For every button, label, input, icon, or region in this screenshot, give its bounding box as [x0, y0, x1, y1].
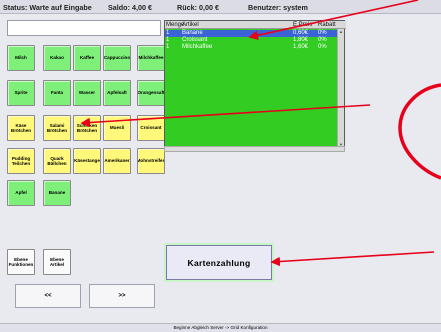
product-button[interactable]: Amerikaner	[103, 148, 131, 174]
product-button[interactable]: Croissant	[137, 115, 165, 141]
product-button[interactable]: Apfelsaft	[103, 80, 131, 106]
product-button-label: Muesli	[109, 125, 125, 131]
footer-text: Beginne Abgleich Server -> Grid Konfigur…	[173, 325, 268, 330]
product-button[interactable]: Kaffee	[73, 45, 101, 71]
scroll-up-arrow-icon[interactable]: ▲	[338, 29, 344, 35]
next-page-button[interactable]: >>	[89, 284, 155, 308]
product-button[interactable]: Pudding Teilchen	[7, 148, 35, 174]
annotation-arrow-payment	[270, 251, 435, 267]
product-button-label: Käsestange	[74, 158, 100, 164]
product-button-label: Apfel	[15, 190, 27, 196]
product-button-label: Amerikaner	[104, 158, 130, 164]
rueck-text: Rück: 0,00 €	[177, 3, 219, 12]
order-cell-menge: 1	[166, 30, 170, 36]
product-button[interactable]: Kakao	[43, 45, 71, 71]
product-button-label: Croissant	[140, 125, 162, 131]
product-button[interactable]: Orangensaft	[137, 80, 165, 106]
product-button[interactable]: Mohnstreifen	[137, 148, 165, 174]
status-text: Status: Warte auf Eingabe	[3, 3, 92, 12]
article-input-field[interactable]	[7, 20, 161, 36]
product-button-label: Fanta	[50, 90, 64, 96]
product-button-label: Pudding Teilchen	[11, 155, 31, 166]
product-button-label: Orangensaft	[137, 90, 165, 96]
benutzer-text: Benutzer: system	[248, 3, 308, 12]
order-row[interactable]: 1 Banane 0,60€ 0%	[165, 30, 338, 37]
annotation-circle	[398, 83, 441, 180]
product-button-label: Cappuccino	[103, 55, 131, 61]
product-button-label: Milch	[15, 55, 27, 61]
product-button-label: Banane	[48, 190, 66, 196]
column-epreis[interactable]: E.Preis	[293, 22, 312, 28]
prev-page-label: <<	[44, 293, 52, 299]
product-button-label: Salami Brötchen	[46, 122, 68, 133]
order-cell-artikel: Milchkaffee	[182, 44, 213, 50]
product-button[interactable]: Schinken Brötchen	[73, 115, 101, 141]
order-cell-rabatt: 0%	[318, 30, 327, 36]
saldo-text: Saldo: 4,00 €	[108, 3, 152, 12]
ebene-artikel-label: Ebene Artikel	[49, 256, 65, 267]
ebene-funktionen-label: Ebene Funktionen	[8, 256, 34, 267]
order-cell-epreis: 1,80€	[293, 37, 309, 43]
product-button-label: Quark Bällchen	[47, 155, 67, 166]
product-button[interactable]: Cappuccino	[103, 45, 131, 71]
kartenzahlung-button[interactable]: Kartenzahlung	[166, 245, 272, 280]
product-button[interactable]: Muesli	[103, 115, 131, 141]
next-page-label: >>	[118, 293, 126, 299]
order-cell-artikel: Banane	[182, 30, 203, 36]
ebene-funktionen-button[interactable]: Ebene Funktionen	[7, 249, 35, 275]
footer-status: Beginne Abgleich Server -> Grid Konfigur…	[0, 323, 441, 332]
product-button[interactable]: Banane	[43, 180, 71, 206]
order-list[interactable]: Menge Artikel E.Preis Rabatt 1 Banane 0,60…	[164, 20, 346, 148]
product-button[interactable]: Apfel	[7, 180, 35, 206]
product-button-label: Wasser	[78, 90, 96, 96]
product-button-label: Schinken Brötchen	[76, 122, 98, 133]
order-cell-rabatt: 0%	[318, 37, 327, 43]
order-list-horizontal-scrollbar[interactable]	[164, 146, 345, 152]
product-button-label: Apfelsaft	[107, 90, 127, 96]
order-cell-menge: 1	[166, 44, 170, 50]
product-button[interactable]: Quark Bällchen	[43, 148, 71, 174]
product-button[interactable]: Sprite	[7, 80, 35, 106]
column-rabatt[interactable]: Rabatt	[318, 22, 336, 28]
order-cell-artikel: Croissant	[182, 37, 208, 43]
order-row[interactable]: 1 Croissant 1,80€ 0%	[165, 37, 338, 44]
product-button-label: Kakao	[50, 55, 64, 61]
order-cell-epreis: 0,60€	[293, 30, 309, 36]
product-button-label: Mohnstreifen	[137, 158, 165, 164]
product-button[interactable]: Salami Brötchen	[43, 115, 71, 141]
product-button[interactable]: Wasser	[73, 80, 101, 106]
prev-page-button[interactable]: <<	[15, 284, 81, 308]
product-button[interactable]: Milchkaffee	[137, 45, 165, 71]
column-artikel[interactable]: Artikel	[182, 22, 199, 28]
product-button-label: Milchkaffee	[138, 55, 164, 61]
order-list-header: Menge Artikel E.Preis Rabatt	[165, 21, 346, 29]
status-bar: Status: Warte auf Eingabe Saldo: 4,00 € …	[0, 0, 441, 14]
order-cell-epreis: 1,60€	[293, 44, 309, 50]
order-cell-rabatt: 0%	[318, 44, 327, 50]
product-button-label: Kaffee	[79, 55, 95, 61]
product-button-label: Sprite	[14, 90, 28, 96]
order-cell-menge: 1	[166, 37, 170, 43]
kartenzahlung-label: Kartenzahlung	[187, 257, 251, 268]
product-button[interactable]: Fanta	[43, 80, 71, 106]
ebene-artikel-button[interactable]: Ebene Artikel	[43, 249, 71, 275]
product-button-label: Käse Brötchen	[10, 122, 32, 133]
product-button[interactable]: Käsestange	[73, 148, 101, 174]
product-button[interactable]: Milch	[7, 45, 35, 71]
order-list-scrollbar[interactable]: ▲ ▼	[337, 29, 344, 148]
order-row[interactable]: 1 Milchkaffee 1,60€ 0%	[165, 44, 338, 51]
product-button[interactable]: Käse Brötchen	[7, 115, 35, 141]
